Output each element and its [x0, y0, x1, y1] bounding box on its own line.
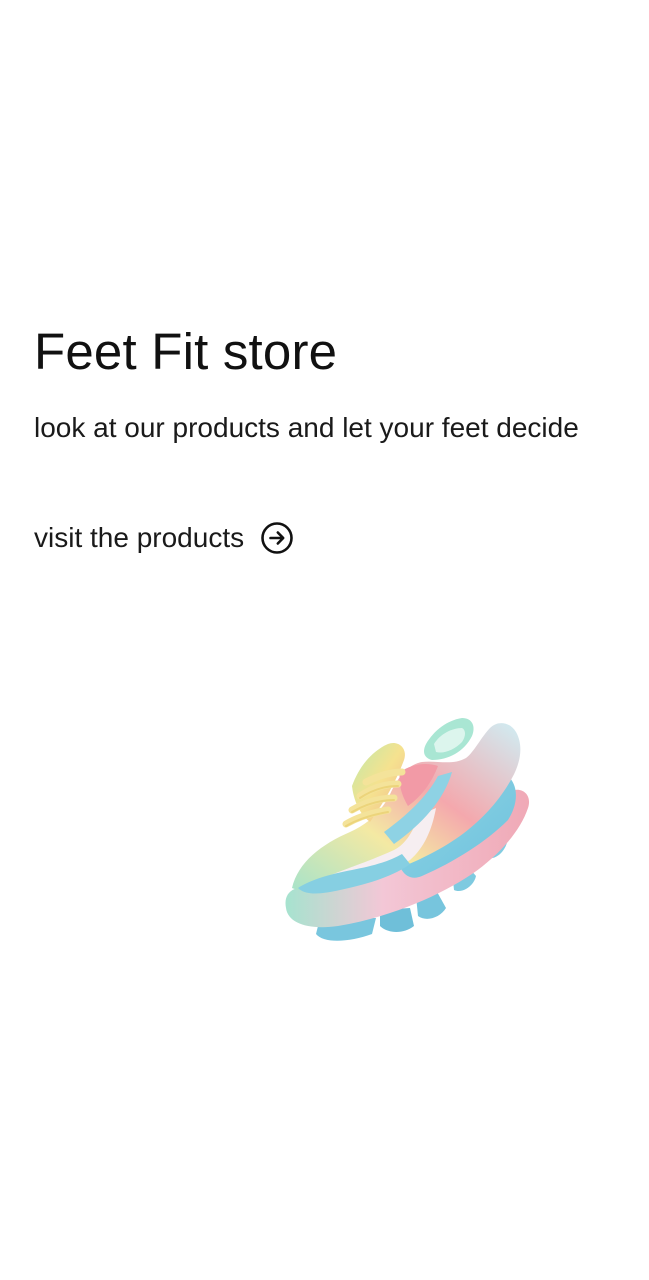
sneaker-illustration	[276, 712, 538, 948]
arrow-right-circle-icon	[260, 521, 294, 555]
visit-products-label: visit the products	[34, 522, 245, 553]
page-title: Feet Fit store	[34, 323, 338, 380]
visit-products-link[interactable]: visit the products	[34, 518, 294, 558]
page-subtitle: look at our products and let your feet d…	[34, 412, 579, 443]
landing-screen: Feet Fit store look at our products and …	[0, 0, 649, 1280]
